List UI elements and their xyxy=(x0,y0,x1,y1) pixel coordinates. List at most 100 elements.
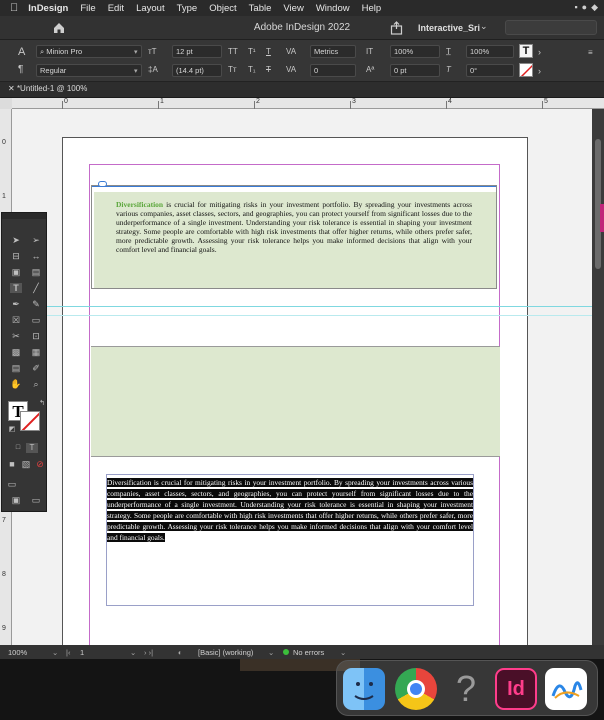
menu-view[interactable]: View xyxy=(283,3,303,14)
chevron-down-icon[interactable]: ⌄ xyxy=(340,648,346,657)
direct-selection-tool-icon[interactable]: ➢ xyxy=(30,235,42,245)
horizontal-ruler[interactable]: 0 1 2 3 4 5 xyxy=(12,98,604,109)
note-tool-icon[interactable]: ▤ xyxy=(10,363,22,373)
close-icon[interactable]: ✕ xyxy=(8,84,17,93)
line-tool-icon[interactable]: ╱ xyxy=(30,283,42,293)
status-icon-1[interactable]: ▪ xyxy=(574,2,577,13)
first-page-icon[interactable]: |‹ xyxy=(66,648,70,657)
stroke-swatch-icon[interactable] xyxy=(20,411,40,431)
search-input[interactable] xyxy=(505,20,597,35)
horizontal-scale-field[interactable]: 100% xyxy=(466,45,514,58)
preflight-profile[interactable]: [Basic] (working) xyxy=(198,648,253,657)
apple-icon[interactable]:  xyxy=(10,2,18,14)
type-tool-icon[interactable]: T xyxy=(10,283,22,293)
content-placer-icon[interactable]: ▤ xyxy=(30,267,42,277)
fill-text-swatch[interactable]: T xyxy=(519,44,533,58)
menu-file[interactable]: File xyxy=(80,3,95,14)
pen-tool-icon[interactable]: ✒ xyxy=(10,299,22,309)
menu-window[interactable]: Window xyxy=(316,3,350,14)
menu-table[interactable]: Table xyxy=(249,3,272,14)
indesign-icon[interactable]: Id xyxy=(495,668,537,710)
freeform-icon[interactable] xyxy=(545,668,587,710)
document-page[interactable]: Diversification is crucial for mitigatin… xyxy=(62,137,528,645)
page-tool-icon[interactable]: ⊟ xyxy=(10,251,22,261)
free-transform-tool-icon[interactable]: ⊡ xyxy=(30,331,42,341)
chevron-down-icon[interactable]: ▾ xyxy=(134,48,138,56)
leading-field[interactable]: (14.4 pt) xyxy=(172,64,222,77)
menu-object[interactable]: Object xyxy=(209,3,236,14)
stroke-none-swatch[interactable] xyxy=(519,63,533,77)
ruler-guide[interactable] xyxy=(12,315,592,316)
gap-tool-icon[interactable]: ↔ xyxy=(30,251,42,261)
scissors-tool-icon[interactable]: ✂ xyxy=(10,331,22,341)
small-caps-icon[interactable]: Tт xyxy=(228,65,237,75)
frame-1-paragraph[interactable]: Diversification is crucial for mitigatin… xyxy=(116,200,472,255)
ruler-origin[interactable] xyxy=(0,98,12,109)
eyedropper-tool-icon[interactable]: ✐ xyxy=(30,363,42,373)
menu-app-name[interactable]: InDesign xyxy=(28,3,68,14)
font-style-field[interactable]: Regular xyxy=(36,64,142,77)
menu-type[interactable]: Type xyxy=(177,3,198,14)
error-status[interactable]: No errors xyxy=(293,648,324,657)
rectangle-frame-2[interactable] xyxy=(91,346,500,457)
vertical-scale-field[interactable]: 100% xyxy=(390,45,440,58)
page-number[interactable]: 1 xyxy=(80,648,84,657)
formatting-container-icon[interactable]: □ xyxy=(12,443,24,453)
kerning-field[interactable]: Metrics xyxy=(310,45,356,58)
hand-tool-icon[interactable]: ✋ xyxy=(10,379,22,389)
side-panel-tab[interactable] xyxy=(600,204,604,232)
finder-icon[interactable] xyxy=(343,668,385,710)
paragraph-formatting-icon[interactable]: ¶ xyxy=(18,65,23,75)
strikethrough-icon[interactable]: T xyxy=(266,65,271,75)
content-collector-icon[interactable]: ▣ xyxy=(10,267,22,277)
font-family-field[interactable]: ⌕ Minion Pro xyxy=(36,45,142,58)
chevron-down-icon[interactable]: ▾ xyxy=(134,67,138,75)
chevron-down-icon[interactable]: ⌄ xyxy=(480,21,488,32)
workspace-switcher[interactable]: Interactive_Sri xyxy=(418,23,480,33)
vertical-scrollbar[interactable] xyxy=(592,109,604,645)
document-tab[interactable]: ✕ *Untitled-1 @ 100% xyxy=(8,84,87,93)
pencil-tool-icon[interactable]: ✎ xyxy=(30,299,42,309)
rectangle-frame-tool-icon[interactable]: ☒ xyxy=(10,315,22,325)
menu-layout[interactable]: Layout xyxy=(136,3,165,14)
subscript-icon[interactable]: T₁ xyxy=(248,65,256,75)
default-fill-stroke-icon[interactable]: ◩ xyxy=(6,425,18,435)
underline-icon[interactable]: T xyxy=(266,47,271,57)
selected-paragraph[interactable]: Diversification is crucial for mitigatin… xyxy=(107,477,473,543)
apply-color-icon[interactable]: ■ xyxy=(6,459,18,469)
gradient-tool-icon[interactable]: ▩ xyxy=(10,347,22,357)
pasteboard[interactable]: Diversification is crucial for mitigatin… xyxy=(12,109,592,645)
text-frame-3[interactable]: Diversification is crucial for mitigatin… xyxy=(106,474,474,606)
tracking-field[interactable]: 0 xyxy=(310,64,356,77)
link-icon[interactable] xyxy=(98,181,107,187)
next-page-icon[interactable]: › ›| xyxy=(144,648,153,657)
formatting-text-icon[interactable]: T xyxy=(26,443,38,453)
swap-fill-stroke-icon[interactable]: ↰ xyxy=(36,399,48,409)
apply-none-icon[interactable]: ⊘ xyxy=(34,459,46,469)
screen-mode-icon[interactable]: ▭ xyxy=(6,479,18,489)
skew-field[interactable]: 0° xyxy=(466,64,514,77)
chrome-icon[interactable] xyxy=(395,668,437,710)
ruler-guide[interactable] xyxy=(12,306,592,307)
preview-mode-icon[interactable]: ▣ xyxy=(10,495,22,505)
baseline-shift-field[interactable]: 0 pt xyxy=(390,64,440,77)
rectangle-tool-icon[interactable]: ▭ xyxy=(30,315,42,325)
status-icon-3[interactable]: ◆ xyxy=(591,2,598,13)
gradient-feather-tool-icon[interactable]: ▦ xyxy=(30,347,42,357)
chevron-right-icon[interactable]: › xyxy=(538,47,541,57)
preflight-icon[interactable]: ◐ xyxy=(178,648,183,657)
zoom-level[interactable]: 100% xyxy=(8,648,27,657)
panel-menu-icon[interactable]: ≡ xyxy=(588,48,593,58)
chevron-down-icon[interactable]: ⌄ xyxy=(52,648,58,657)
zoom-tool-icon[interactable]: ⌕ xyxy=(30,379,42,389)
help-icon[interactable]: ? xyxy=(445,668,487,710)
character-formatting-icon[interactable]: A xyxy=(18,47,25,58)
status-icon-2[interactable]: ● xyxy=(582,2,587,13)
apply-gradient-icon[interactable]: ▧ xyxy=(20,459,32,469)
presentation-mode-icon[interactable]: ▭ xyxy=(30,495,42,505)
superscript-icon[interactable]: T¹ xyxy=(248,47,256,57)
selection-tool-icon[interactable]: ➤ xyxy=(10,235,22,245)
font-size-field[interactable]: 12 pt xyxy=(172,45,222,58)
menu-edit[interactable]: Edit xyxy=(108,3,124,14)
chevron-down-icon[interactable]: ⌄ xyxy=(130,648,136,657)
